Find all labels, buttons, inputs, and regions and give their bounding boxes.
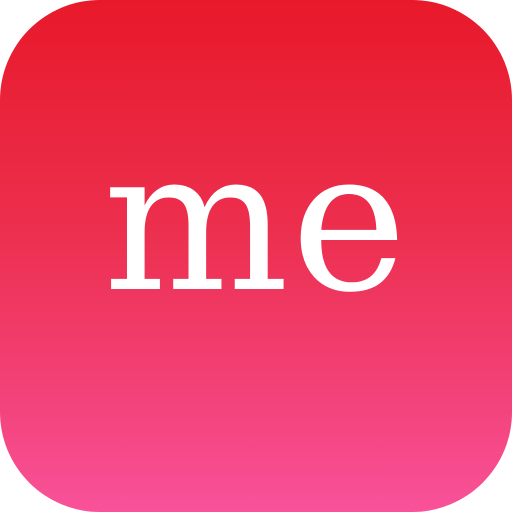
- app-icon[interactable]: me: [0, 0, 512, 512]
- app-logo-text: me: [103, 108, 409, 336]
